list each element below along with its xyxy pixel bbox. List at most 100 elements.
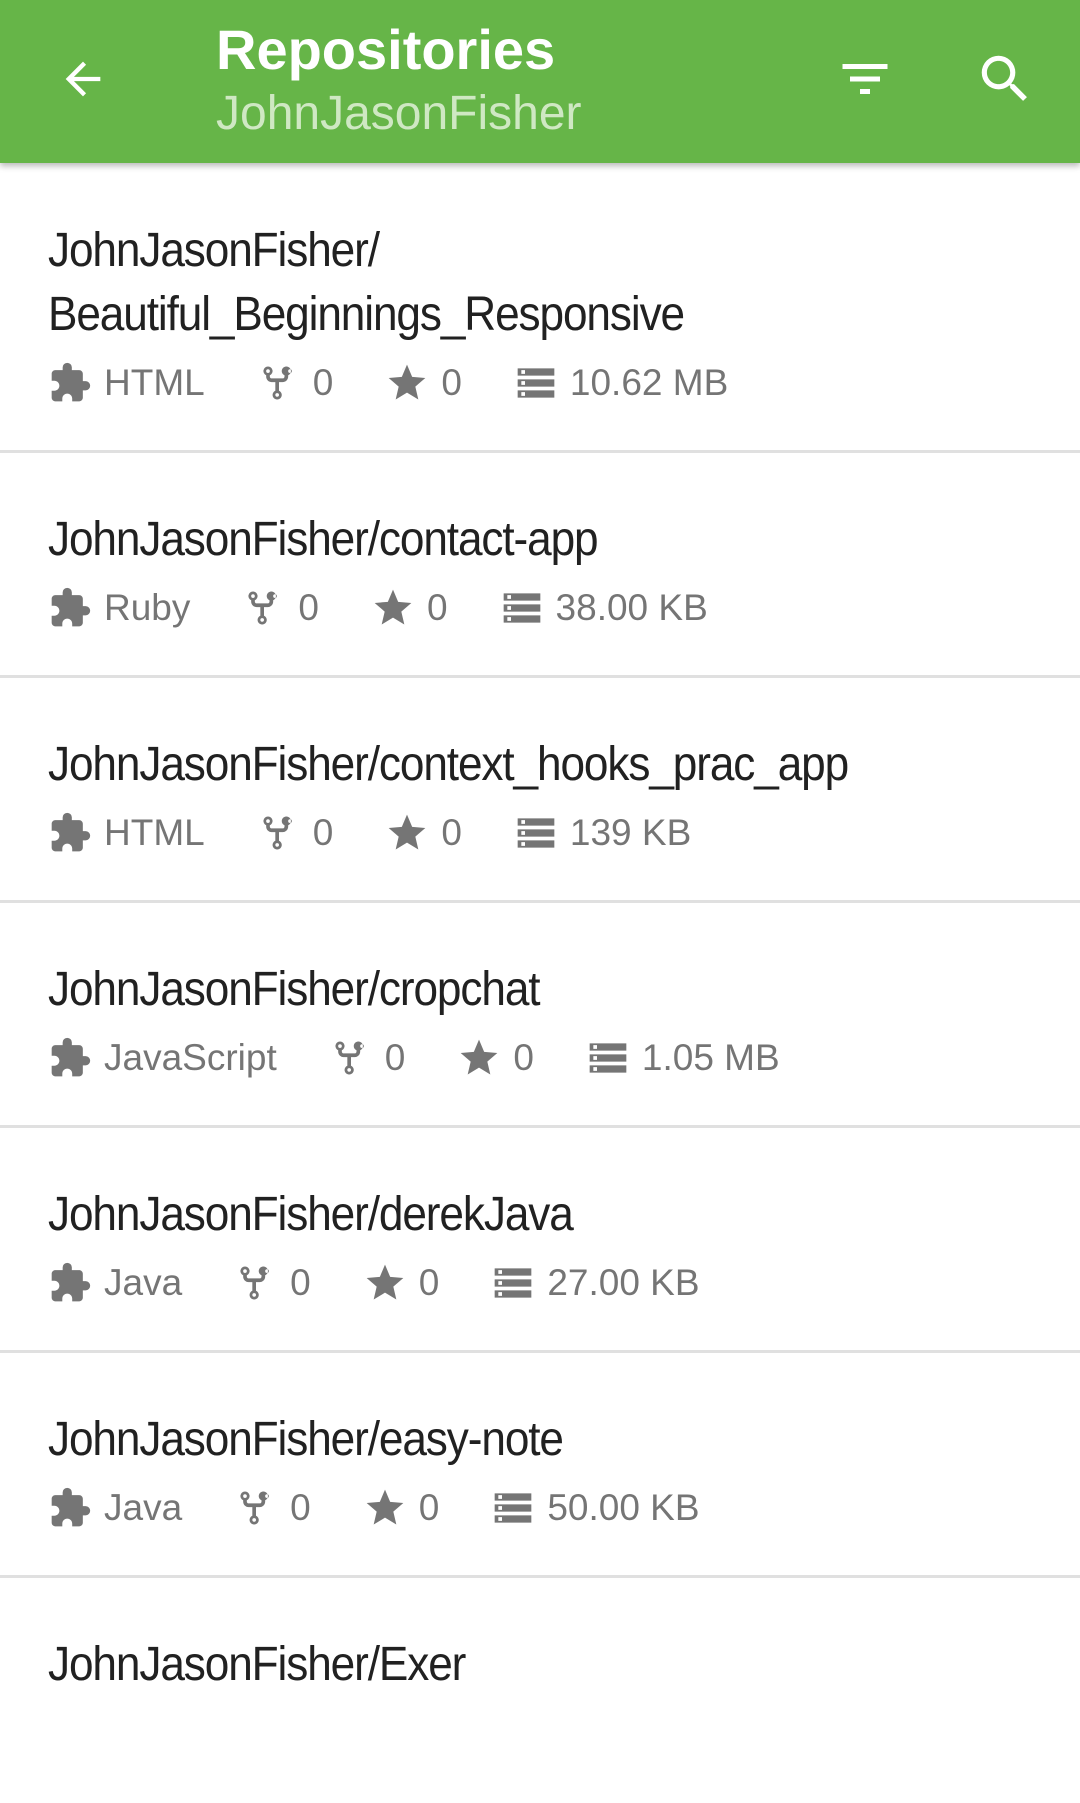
title-block: Repositories JohnJasonFisher bbox=[216, 16, 582, 144]
repo-size: 139 KB bbox=[569, 812, 692, 853]
fork-icon bbox=[329, 1036, 373, 1080]
puzzle-icon bbox=[48, 1486, 92, 1530]
forks-group: 0 bbox=[257, 811, 334, 855]
fork-icon bbox=[257, 811, 301, 855]
language-group: Java bbox=[48, 1486, 182, 1530]
repo-forks: 0 bbox=[312, 812, 334, 853]
storage-icon bbox=[514, 361, 558, 405]
page-title: Repositories bbox=[216, 18, 556, 81]
stars-group: 0 bbox=[385, 361, 462, 405]
size-group: 10.62 MB bbox=[514, 361, 728, 405]
repo-meta: HTML 0 0 10.62 MB bbox=[48, 353, 1060, 413]
repo-name: JohnJasonFisher/ Beautiful_Beginnings_Re… bbox=[48, 224, 685, 341]
storage-icon bbox=[491, 1486, 535, 1530]
repo-stars: 0 bbox=[441, 362, 462, 403]
fork-icon bbox=[257, 361, 301, 405]
list-item[interactable]: JohnJasonFisher/ Beautiful_Beginnings_Re… bbox=[0, 163, 1080, 453]
puzzle-icon bbox=[48, 1261, 92, 1305]
repo-forks: 0 bbox=[290, 1262, 311, 1303]
repo-meta: HTML 0 0 139 KB bbox=[48, 803, 1060, 863]
repo-language: JavaScript bbox=[104, 1037, 277, 1078]
repo-stars: 0 bbox=[426, 587, 448, 628]
storage-icon bbox=[514, 811, 558, 855]
puzzle-icon bbox=[48, 361, 92, 405]
stars-group: 0 bbox=[457, 1036, 534, 1080]
star-icon bbox=[363, 1261, 407, 1305]
stars-group: 0 bbox=[363, 1486, 440, 1530]
search-button[interactable] bbox=[970, 44, 1040, 114]
repo-language: Java bbox=[104, 1262, 183, 1303]
list-item[interactable]: JohnJasonFisher/cropchat JavaScript 0 0 bbox=[0, 903, 1080, 1128]
filter-icon bbox=[842, 64, 888, 94]
repo-size: 1.05 MB bbox=[641, 1037, 780, 1078]
forks-group: 0 bbox=[242, 586, 319, 630]
puzzle-icon bbox=[48, 586, 92, 630]
repo-stars: 0 bbox=[418, 1262, 440, 1303]
fork-icon bbox=[242, 586, 286, 630]
repo-name: JohnJasonFisher/contact-app bbox=[48, 513, 599, 566]
fork-icon bbox=[234, 1486, 278, 1530]
puzzle-icon bbox=[48, 1036, 92, 1080]
list-item[interactable]: JohnJasonFisher/Exer bbox=[0, 1578, 1080, 1803]
page-subtitle: JohnJasonFisher bbox=[216, 87, 582, 140]
repo-meta: Java 0 0 27.00 KB bbox=[48, 1253, 1060, 1313]
list-item[interactable]: JohnJasonFisher/context_hooks_prac_app H… bbox=[0, 678, 1080, 903]
repo-stars: 0 bbox=[441, 812, 462, 853]
repo-name: JohnJasonFisher/context_hooks_prac_app bbox=[48, 738, 849, 791]
language-group: Ruby bbox=[48, 586, 190, 630]
repo-name: JohnJasonFisher/easy-note bbox=[48, 1413, 564, 1466]
repository-list: JohnJasonFisher/ Beautiful_Beginnings_Re… bbox=[0, 163, 1080, 1803]
size-group: 50.00 KB bbox=[491, 1486, 700, 1530]
repo-language: Java bbox=[104, 1487, 183, 1528]
repo-meta: Java 0 0 50.00 KB bbox=[48, 1478, 1060, 1538]
repo-language: HTML bbox=[104, 812, 205, 853]
stars-group: 0 bbox=[363, 1261, 440, 1305]
arrow-back-icon bbox=[65, 61, 101, 97]
repo-size: 38.00 KB bbox=[555, 587, 708, 628]
size-group: 38.00 KB bbox=[500, 586, 708, 630]
search-icon bbox=[981, 55, 1027, 101]
repo-meta: JavaScript 0 0 1.05 MB bbox=[48, 1028, 1060, 1088]
filter-button[interactable] bbox=[830, 44, 900, 114]
repo-size: 10.62 MB bbox=[569, 362, 729, 403]
repo-size: 50.00 KB bbox=[547, 1487, 700, 1528]
star-icon bbox=[385, 811, 429, 855]
repo-name: JohnJasonFisher/Exer bbox=[48, 1638, 466, 1691]
star-icon bbox=[457, 1036, 501, 1080]
stars-group: 0 bbox=[371, 586, 448, 630]
repo-forks: 0 bbox=[384, 1037, 406, 1078]
language-group: HTML bbox=[48, 811, 205, 855]
repo-stars: 0 bbox=[513, 1037, 534, 1078]
forks-group: 0 bbox=[329, 1036, 406, 1080]
size-group: 27.00 KB bbox=[491, 1261, 700, 1305]
repo-forks: 0 bbox=[312, 362, 334, 403]
puzzle-icon bbox=[48, 811, 92, 855]
forks-group: 0 bbox=[234, 1261, 311, 1305]
repo-language: HTML bbox=[104, 362, 205, 403]
size-group: 1.05 MB bbox=[586, 1036, 780, 1080]
back-button[interactable] bbox=[53, 44, 113, 114]
language-group: JavaScript bbox=[48, 1036, 277, 1080]
repo-forks: 0 bbox=[290, 1487, 311, 1528]
star-icon bbox=[371, 586, 415, 630]
repo-stars: 0 bbox=[418, 1487, 440, 1528]
storage-icon bbox=[500, 586, 544, 630]
forks-group: 0 bbox=[234, 1486, 311, 1530]
language-group: Java bbox=[48, 1261, 182, 1305]
forks-group: 0 bbox=[257, 361, 334, 405]
list-item[interactable]: JohnJasonFisher/contact-app Ruby 0 0 38.… bbox=[0, 453, 1080, 678]
star-icon bbox=[385, 361, 429, 405]
storage-icon bbox=[586, 1036, 630, 1080]
list-item[interactable]: JohnJasonFisher/derekJava Java 0 0 27.00… bbox=[0, 1128, 1080, 1353]
size-group: 139 KB bbox=[514, 811, 691, 855]
fork-icon bbox=[234, 1261, 278, 1305]
repo-size: 27.00 KB bbox=[547, 1262, 700, 1303]
repo-language: Ruby bbox=[104, 587, 191, 628]
language-group: HTML bbox=[48, 361, 205, 405]
repo-meta: Ruby 0 0 38.00 KB bbox=[48, 578, 1060, 638]
repo-forks: 0 bbox=[298, 587, 319, 628]
list-item[interactable]: JohnJasonFisher/easy-note Java 0 0 50.00… bbox=[0, 1353, 1080, 1578]
stars-group: 0 bbox=[385, 811, 462, 855]
storage-icon bbox=[491, 1261, 535, 1305]
repo-name: JohnJasonFisher/cropchat bbox=[48, 963, 541, 1016]
